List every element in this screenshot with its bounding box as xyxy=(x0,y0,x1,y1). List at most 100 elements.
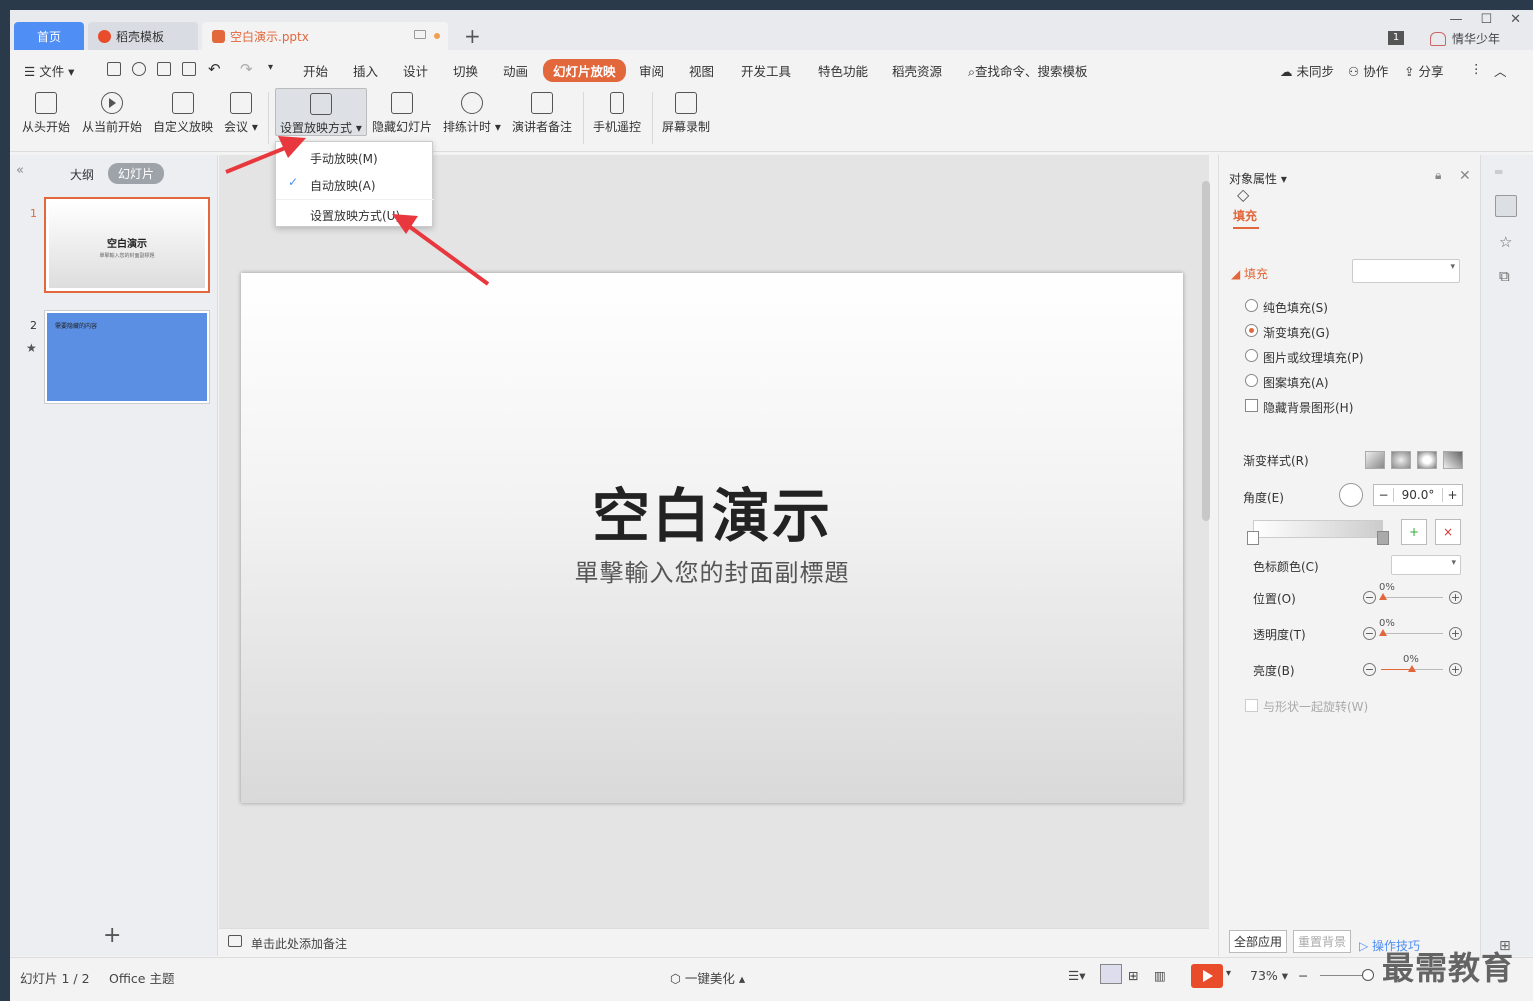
menu-view[interactable]: 视图 xyxy=(689,61,714,80)
more-icon[interactable]: ⋮ xyxy=(1470,61,1483,76)
presenter-notes-button[interactable]: 演讲者备注 xyxy=(512,92,572,135)
tab-fill[interactable]: 填充 xyxy=(1233,207,1257,224)
transparency-slider[interactable] xyxy=(1381,633,1443,634)
menu-start[interactable]: 开始 xyxy=(303,61,328,80)
vertical-scrollbar[interactable] xyxy=(1202,167,1210,907)
position-slider[interactable] xyxy=(1381,597,1443,598)
slide-title[interactable]: 空白演示 xyxy=(241,469,1183,553)
transition-icon[interactable]: ⧉ xyxy=(1499,267,1510,285)
fill-color-dropdown[interactable] xyxy=(1352,259,1460,283)
gradient-fill-label[interactable]: 渐变填充(G) xyxy=(1263,324,1330,341)
solid-fill-radio[interactable] xyxy=(1245,299,1258,312)
angle-increment-icon[interactable]: + xyxy=(1442,488,1462,502)
maximize-icon[interactable]: ☐ xyxy=(1480,12,1492,27)
position-minus-icon[interactable]: − xyxy=(1363,591,1376,604)
gradient-style-radial[interactable] xyxy=(1391,451,1411,469)
stop-color-dropdown[interactable] xyxy=(1391,555,1461,575)
add-slide-plus-icon[interactable]: + xyxy=(103,923,121,948)
properties-settings-icon[interactable] xyxy=(1495,195,1517,217)
play-options-icon[interactable]: ▾ xyxy=(1226,968,1231,979)
save-icon[interactable] xyxy=(107,62,121,76)
hide-background-label[interactable]: 隐藏背景图形(H) xyxy=(1263,399,1353,416)
close-panel-icon[interactable]: ✕ xyxy=(1459,168,1471,184)
screen-record-button[interactable]: 屏幕录制 xyxy=(662,92,710,135)
paint-bucket-icon[interactable]: ◇ xyxy=(1237,185,1249,204)
gradient-bar[interactable] xyxy=(1253,520,1383,538)
transparency-plus-icon[interactable]: + xyxy=(1449,627,1462,640)
angle-spinner[interactable]: − 90.0° + xyxy=(1373,484,1463,506)
customize-qat-icon[interactable]: ▾ xyxy=(268,62,273,73)
collapse-panel-icon[interactable]: « xyxy=(16,163,24,178)
hide-background-checkbox[interactable] xyxy=(1245,399,1258,412)
gradient-style-linear[interactable] xyxy=(1365,451,1385,469)
meeting-button[interactable]: 会议 ▾ xyxy=(224,92,258,135)
file-menu[interactable]: ☰ 文件 ▾ xyxy=(24,61,74,80)
command-search[interactable]: ⌕查找命令、搜索模板 xyxy=(968,61,1088,80)
reset-background-button[interactable]: 重置背景 xyxy=(1293,930,1352,953)
gradient-stop-right[interactable] xyxy=(1377,531,1389,545)
gradient-stop-left[interactable] xyxy=(1247,531,1259,545)
beautify-button[interactable]: ⬡ 一键美化 ▴ xyxy=(670,968,745,987)
collapse-ribbon-icon[interactable]: ︿ xyxy=(1494,61,1507,80)
slide-subtitle[interactable]: 單擊輸入您的封面副標題 xyxy=(241,553,1183,588)
sync-status[interactable]: ☁ 未同步 xyxy=(1280,61,1334,80)
print-preview-icon[interactable] xyxy=(182,62,196,76)
new-tab-plus-icon[interactable]: + xyxy=(464,24,481,48)
tab-document[interactable]: 空白演示.pptx xyxy=(202,22,448,50)
tab-outline[interactable]: 大纲 xyxy=(70,166,94,183)
menu-daoke-resources[interactable]: 稻壳资源 xyxy=(892,61,942,80)
slide-thumbnail-2[interactable]: 需要隐藏的内容 xyxy=(44,310,210,404)
fill-section-toggle[interactable]: ◢ 填充 xyxy=(1231,265,1268,282)
phone-remote-button[interactable]: 手机遥控 xyxy=(593,92,641,135)
angle-decrement-icon[interactable]: − xyxy=(1374,488,1394,502)
notes-placeholder[interactable]: 单击此处添加备注 xyxy=(251,935,347,952)
lock-icon[interactable]: 🔒︎ xyxy=(1435,168,1441,183)
menu-slideshow[interactable]: 幻灯片放映 xyxy=(543,59,626,82)
notes-pane[interactable]: 单击此处添加备注 xyxy=(219,928,1209,956)
collaborate-button[interactable]: ⚇ 协作 xyxy=(1348,61,1388,80)
brightness-slider-thumb[interactable] xyxy=(1408,665,1416,672)
tab-daoke-templates[interactable]: 稻壳模板 xyxy=(88,22,198,50)
transparency-slider-thumb[interactable] xyxy=(1379,629,1387,636)
print-icon[interactable] xyxy=(157,62,171,76)
undo-icon[interactable]: ↶ xyxy=(208,60,221,78)
window-count-badge[interactable]: 1 xyxy=(1388,31,1404,45)
format-painter-icon[interactable] xyxy=(132,62,146,76)
position-slider-thumb[interactable] xyxy=(1379,593,1387,600)
menu-developer[interactable]: 开发工具 xyxy=(741,61,791,80)
gradient-style-path[interactable] xyxy=(1443,451,1463,469)
gradient-fill-radio[interactable] xyxy=(1245,324,1258,337)
rehearse-timings-button[interactable]: 排练计时 ▾ xyxy=(443,92,501,135)
from-current-button[interactable]: 从当前开始 xyxy=(82,92,142,135)
gradient-style-rect[interactable] xyxy=(1417,451,1437,469)
pattern-fill-radio[interactable] xyxy=(1245,374,1258,387)
normal-view-icon[interactable] xyxy=(1100,964,1122,984)
zoom-slider-thumb[interactable] xyxy=(1362,969,1374,981)
close-icon[interactable]: ✕ xyxy=(1510,12,1521,27)
scrollbar-thumb[interactable] xyxy=(1202,181,1210,521)
pattern-fill-label[interactable]: 图案填充(A) xyxy=(1263,374,1329,391)
zoom-out-icon[interactable]: − xyxy=(1298,968,1308,983)
brightness-minus-icon[interactable]: − xyxy=(1363,663,1376,676)
position-plus-icon[interactable]: + xyxy=(1449,591,1462,604)
solid-fill-label[interactable]: 纯色填充(S) xyxy=(1263,299,1328,316)
monitor-icon[interactable] xyxy=(414,30,426,39)
share-button[interactable]: ⇪ 分享 xyxy=(1404,61,1443,80)
menu-features[interactable]: 特色功能 xyxy=(818,61,868,80)
theme-name[interactable]: Office 主题 xyxy=(109,968,174,987)
angle-dial[interactable] xyxy=(1339,483,1363,507)
tab-home[interactable]: 首页 xyxy=(14,22,84,50)
user-account[interactable]: 情华少年 xyxy=(1430,30,1500,47)
redo-icon[interactable]: ↷ xyxy=(240,60,253,78)
transparency-minus-icon[interactable]: − xyxy=(1363,627,1376,640)
menu-insert[interactable]: 插入 xyxy=(353,61,378,80)
zoom-level[interactable]: 73% ▾ xyxy=(1250,968,1288,983)
brightness-plus-icon[interactable]: + xyxy=(1449,663,1462,676)
setup-show-button[interactable]: 设置放映方式 ▾ xyxy=(275,88,367,136)
rotate-with-shape-label[interactable]: 与形状一起旋转(W) xyxy=(1263,698,1368,715)
custom-show-button[interactable]: 自定义放映 xyxy=(153,92,213,135)
manual-show-item[interactable]: 手动放映(M) xyxy=(310,150,378,167)
menu-animation[interactable]: 动画 xyxy=(503,61,528,80)
menu-design[interactable]: 设计 xyxy=(403,61,428,80)
animation-icon[interactable]: ☆ xyxy=(1499,233,1512,251)
